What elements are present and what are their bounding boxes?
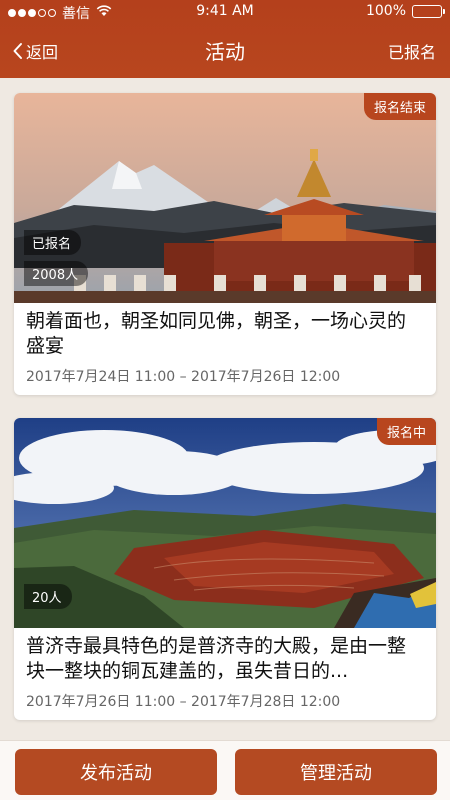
activity-card[interactable]: 报名中 20人 普济寺最具特色的是普济寺的大殿，是由一整块一整块的铜瓦建盖的，虽…: [14, 418, 436, 720]
page-title: 活动: [205, 40, 245, 64]
activity-status-tag: 报名中: [376, 418, 436, 445]
activity-title: 普济寺最具特色的是普济寺的大殿，是由一整块一整块的铜瓦建盖的，虽失昔日的...: [26, 635, 407, 682]
registered-link[interactable]: 已报名: [388, 39, 436, 63]
activity-status-tag: 报名结束: [363, 93, 436, 120]
registered-badge: 已报名: [24, 230, 82, 255]
battery-percent: 100%: [365, 3, 406, 19]
activity-title: 朝着面也，朝圣如同见佛，朝圣，一场心灵的盛宴: [26, 310, 407, 357]
battery-icon: [412, 4, 445, 18]
bottom-action-bar: 发布活动 管理活动: [0, 740, 450, 800]
status-bar: 善信 9:41 AM 100%: [0, 0, 450, 24]
participant-count: 2008人: [24, 261, 89, 286]
manage-activity-button[interactable]: 管理活动: [235, 749, 437, 795]
activity-image-red-valley: [14, 418, 436, 628]
activity-time: 2017年7月26日 11:00 – 2017年7月28日 12:00: [26, 694, 341, 710]
nav-bar: 返回 活动 已报名: [0, 24, 450, 76]
publish-activity-button[interactable]: 发布活动: [15, 749, 217, 795]
participant-count: 20人: [24, 584, 72, 609]
status-right: 100%: [365, 3, 445, 19]
activity-card[interactable]: 报名结束 已报名 2008人 朝着面也，朝圣如同见佛，朝圣，一场心灵的盛宴 20…: [14, 93, 436, 395]
top-bar: 善信 9:41 AM 100% 返回 活动 已报名: [0, 0, 450, 78]
activity-time: 2017年7月24日 11:00 – 2017年7月26日 12:00: [26, 369, 341, 385]
